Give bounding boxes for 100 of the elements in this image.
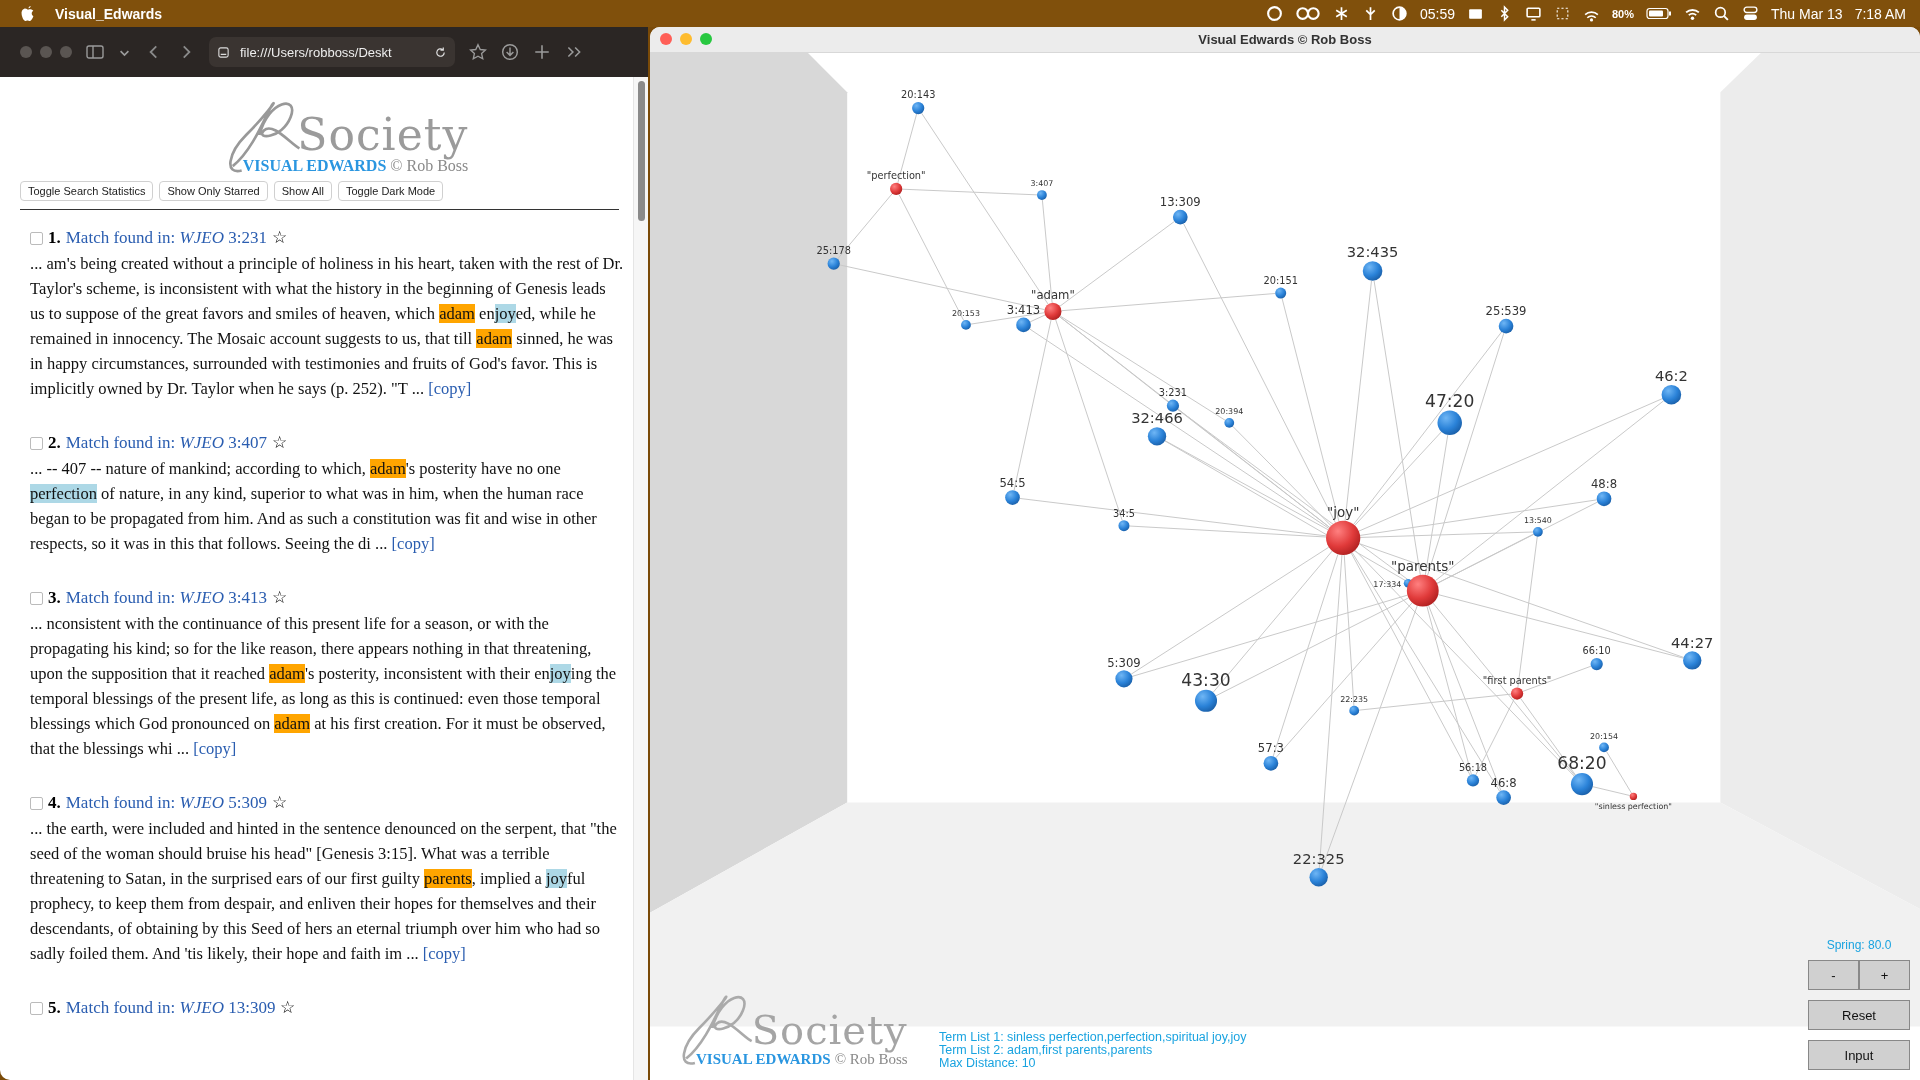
address-field[interactable]: file:///Users/robboss/Deskt: [209, 37, 455, 67]
graph-node[interactable]: [1362, 260, 1383, 281]
highlighted-word: joy: [494, 304, 516, 323]
result-checkbox[interactable]: [30, 591, 43, 605]
dashed-square-icon[interactable]: [1554, 5, 1571, 22]
graph-node[interactable]: [1533, 526, 1543, 537]
graph-node[interactable]: [1263, 755, 1279, 771]
highlighted-word: adam: [476, 329, 513, 348]
info-line: Max Distance: 10: [939, 1057, 1037, 1070]
graph-node[interactable]: [1166, 399, 1180, 412]
close-button[interactable]: [660, 33, 672, 46]
highlighted-word: adam: [269, 664, 305, 683]
toolbar-button[interactable]: Toggle Dark Mode: [337, 181, 444, 201]
result-number: 4.: [48, 792, 61, 814]
graph-node[interactable]: [1570, 772, 1593, 795]
graph-node[interactable]: [1466, 773, 1480, 787]
graph-node[interactable]: [1005, 489, 1020, 505]
graph-node[interactable]: [1629, 792, 1638, 800]
graph-node[interactable]: [1326, 520, 1361, 555]
decrease-button[interactable]: -: [1808, 960, 1859, 990]
input-button[interactable]: Input: [1808, 1040, 1910, 1070]
graph-node[interactable]: [1224, 417, 1235, 428]
toolbar-button[interactable]: Show Only Starred: [159, 181, 268, 201]
reset-button[interactable]: Reset: [1808, 1000, 1910, 1030]
toggles-icon[interactable]: [1742, 5, 1760, 22]
graph-node[interactable]: [1309, 867, 1328, 886]
app-name[interactable]: Visual_Edwards: [55, 5, 163, 22]
toolbar-button[interactable]: Toggle Search Statistics: [20, 181, 154, 201]
graph-node[interactable]: [890, 182, 903, 195]
graph-node[interactable]: [1016, 317, 1031, 332]
scrollbar-thumb[interactable]: [637, 81, 645, 221]
reload-icon[interactable]: [434, 45, 447, 59]
menu-time[interactable]: 7:18 AM: [1854, 5, 1906, 22]
graph-node[interactable]: [1661, 384, 1682, 404]
star-toggle[interactable]: ☆: [271, 431, 287, 455]
star-toggle[interactable]: ☆: [271, 586, 287, 610]
copy-link[interactable]: [copy]: [193, 739, 237, 758]
graph-node[interactable]: [1037, 189, 1047, 200]
toolbar-button[interactable]: Show All: [273, 181, 332, 201]
graph-node[interactable]: [1044, 302, 1062, 320]
result-checkbox[interactable]: [30, 1001, 43, 1015]
match-link[interactable]: Match found in: WJEO 3:231: [65, 226, 267, 250]
graph-node[interactable]: [1275, 287, 1287, 299]
graph-node[interactable]: [1147, 426, 1167, 445]
match-link[interactable]: Match found in: WJEO 5:309: [65, 791, 267, 815]
menu-date[interactable]: Thu Mar 13: [1771, 5, 1843, 22]
copy-link[interactable]: [copy]: [422, 944, 466, 963]
result-excerpt: ... the earth, were included and hinted in the sentence denounced on the serpent, that "the seed of the woman should bruise his head" [Genesis 3:15]. What was a terrible threatening to Satan, in the surprised ears of our first guilty parents, implied a joyful prophecy, to keep them from despair, and enliven their hopes for themselves and their descendants, of obtaining by this Seed of hers an eternal triumph over him who had so sadly foiled them. And 'tis likely, their hope and faith im ... [copy]: [30, 818, 618, 965]
info-line: Term List 1: sinless perfection,perfection,spiritual joy,joy: [939, 1031, 1247, 1044]
apple-icon[interactable]: [20, 5, 35, 22]
half-circle-icon[interactable]: [1390, 5, 1408, 22]
star-toggle[interactable]: ☆: [271, 226, 287, 250]
graph-node[interactable]: [1115, 669, 1133, 687]
graph-node[interactable]: [1406, 574, 1439, 607]
graph-node[interactable]: [1498, 318, 1514, 333]
info-line: Term List 2: adam,first parents,parents: [939, 1044, 1153, 1057]
display-icon[interactable]: [1525, 5, 1542, 22]
node-label: 68:20: [1557, 752, 1607, 773]
result-checkbox[interactable]: [30, 796, 43, 810]
graph-node[interactable]: [1496, 789, 1511, 805]
credit-text: © Rob Boss: [834, 1051, 908, 1067]
graph-node[interactable]: [1349, 705, 1360, 716]
graph-node[interactable]: [1437, 410, 1462, 435]
graph-node[interactable]: [1599, 742, 1609, 752]
match-link[interactable]: Match found in: WJEO 3:407: [65, 431, 267, 455]
star-toggle[interactable]: ☆: [271, 791, 287, 815]
plus-icon[interactable]: [533, 43, 551, 61]
clock-text[interactable]: 05:59: [1419, 5, 1455, 22]
result-checkbox[interactable]: [30, 436, 43, 450]
graph-node[interactable]: [1596, 490, 1612, 506]
sidebar-icon[interactable]: [86, 43, 104, 61]
battery-icon[interactable]: [1646, 5, 1673, 22]
match-link[interactable]: Match found in: WJEO 3:413: [65, 586, 267, 610]
copy-link[interactable]: [copy]: [391, 534, 435, 553]
increase-button[interactable]: +: [1859, 960, 1910, 990]
glasses-icon[interactable]: [1294, 5, 1321, 22]
download-icon[interactable]: [501, 43, 519, 61]
result-number: 2.: [48, 432, 61, 454]
star-toggle[interactable]: ☆: [280, 996, 296, 1020]
result-number: 1.: [48, 227, 61, 249]
graph-node[interactable]: [1172, 209, 1188, 224]
battery-percent[interactable]: 80%: [1612, 7, 1635, 20]
search-icon[interactable]: [1713, 5, 1731, 22]
graph-node[interactable]: [827, 257, 840, 270]
star-icon[interactable]: [469, 43, 487, 61]
result-number: 5.: [48, 997, 61, 1019]
graph-node[interactable]: [912, 101, 925, 114]
node-label: 46:8: [1490, 775, 1517, 790]
circle-icon[interactable]: [1265, 5, 1283, 22]
match-link[interactable]: Match found in: WJEO 13:309: [65, 996, 276, 1020]
graph-node[interactable]: [1510, 686, 1524, 700]
graph-node[interactable]: [1195, 689, 1218, 712]
copy-link[interactable]: [copy]: [428, 379, 472, 398]
graph-node[interactable]: [1590, 657, 1603, 670]
node-label: 47:20: [1425, 390, 1475, 411]
graph-node[interactable]: [1683, 650, 1702, 670]
result-checkbox[interactable]: [30, 231, 43, 245]
node-label: 54:5: [999, 475, 1026, 490]
graph-node[interactable]: [961, 319, 971, 330]
graph-node[interactable]: [1118, 519, 1130, 531]
